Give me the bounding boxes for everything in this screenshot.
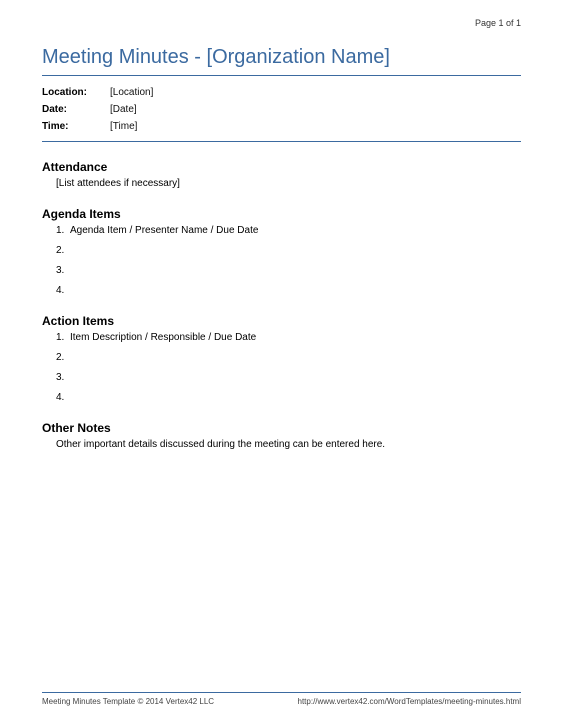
agenda-item-text: Agenda Item / Presenter Name / Due Date: [70, 225, 258, 236]
page-number: Page 1 of 1: [475, 18, 521, 28]
date-label: Date:: [42, 104, 110, 115]
list-item: 3.: [56, 372, 521, 383]
date-value: [Date]: [110, 104, 137, 115]
time-value: [Time]: [110, 121, 137, 132]
meta-row-location: Location: [Location]: [42, 84, 521, 101]
list-item: 4.: [56, 285, 521, 296]
footer: Meeting Minutes Template © 2014 Vertex42…: [42, 692, 521, 706]
meta-divider: [42, 141, 521, 142]
actions-list: 1.Item Description / Responsible / Due D…: [42, 332, 521, 403]
agenda-list: 1.Agenda Item / Presenter Name / Due Dat…: [42, 225, 521, 296]
list-item: 1.Item Description / Responsible / Due D…: [56, 332, 521, 343]
other-notes-section: Other Notes Other important details disc…: [42, 421, 521, 450]
meta-row-time: Time: [Time]: [42, 118, 521, 135]
location-label: Location:: [42, 87, 110, 98]
attendance-section: Attendance [List attendees if necessary]: [42, 160, 521, 189]
other-notes-heading: Other Notes: [42, 421, 521, 435]
list-item: 1.Agenda Item / Presenter Name / Due Dat…: [56, 225, 521, 236]
action-item-text: Item Description / Responsible / Due Dat…: [70, 332, 256, 343]
other-notes-body: Other important details discussed during…: [42, 439, 521, 450]
footer-copyright: Meeting Minutes Template © 2014 Vertex42…: [42, 697, 214, 706]
list-item: 4.: [56, 392, 521, 403]
meta-block: Location: [Location] Date: [Date] Time: …: [42, 84, 521, 142]
footer-link[interactable]: http://www.vertex42.com/WordTemplates/me…: [298, 697, 522, 706]
document-title: Meeting Minutes - [Organization Name]: [42, 46, 521, 76]
agenda-section: Agenda Items 1.Agenda Item / Presenter N…: [42, 207, 521, 296]
actions-section: Action Items 1.Item Description / Respon…: [42, 314, 521, 403]
actions-heading: Action Items: [42, 314, 521, 328]
attendance-heading: Attendance: [42, 160, 521, 174]
time-label: Time:: [42, 121, 110, 132]
meta-row-date: Date: [Date]: [42, 101, 521, 118]
location-value: [Location]: [110, 87, 153, 98]
list-item: 2.: [56, 245, 521, 256]
attendance-body: [List attendees if necessary]: [42, 178, 521, 189]
list-item: 3.: [56, 265, 521, 276]
agenda-heading: Agenda Items: [42, 207, 521, 221]
list-item: 2.: [56, 352, 521, 363]
